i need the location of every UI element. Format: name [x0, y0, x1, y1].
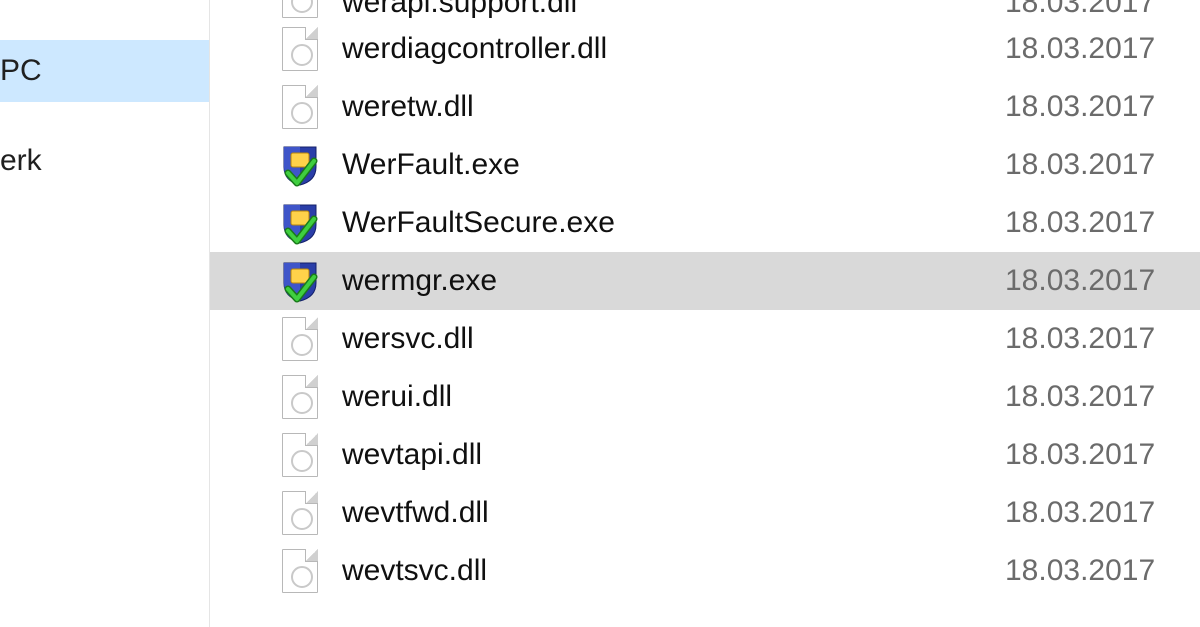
sidebar-item-network[interactable]: erk	[0, 130, 209, 192]
dll-file-icon	[280, 315, 320, 363]
file-name: wevtfwd.dll	[342, 496, 1005, 530]
file-date: 18.03.2017	[1005, 0, 1200, 20]
file-name: WerFault.exe	[342, 148, 1005, 182]
exe-file-icon	[280, 257, 320, 305]
dll-file-icon	[280, 0, 320, 20]
dll-file-icon	[280, 373, 320, 421]
dll-file-icon	[280, 489, 320, 537]
file-row[interactable]: wersvc.dll18.03.2017	[280, 310, 1200, 368]
navigation-pane: PC erk	[0, 0, 210, 627]
file-row[interactable]: WerFault.exe18.03.2017	[280, 136, 1200, 194]
file-row[interactable]: werdiagcontroller.dll18.03.2017	[280, 20, 1200, 78]
file-row[interactable]: werui.dll18.03.2017	[280, 368, 1200, 426]
file-name: werapi.support.dll	[342, 0, 1005, 20]
file-list: werapi.support.dll18.03.2017 werdiagcont…	[210, 0, 1200, 627]
file-row[interactable]: wermgr.exe18.03.2017	[210, 252, 1200, 310]
file-row[interactable]: weretw.dll18.03.2017	[280, 78, 1200, 136]
file-row[interactable]: wevtfwd.dll18.03.2017	[280, 484, 1200, 542]
dll-file-icon	[280, 431, 320, 479]
file-date: 18.03.2017	[1005, 148, 1200, 182]
file-name: wersvc.dll	[342, 322, 1005, 356]
file-row[interactable]: wevtsvc.dll18.03.2017	[280, 542, 1200, 600]
file-date: 18.03.2017	[1005, 264, 1200, 298]
sidebar-item-label: erk	[0, 144, 42, 178]
file-name: wermgr.exe	[342, 264, 1005, 298]
file-date: 18.03.2017	[1005, 438, 1200, 472]
file-name: weretw.dll	[342, 90, 1005, 124]
file-name: werui.dll	[342, 380, 1005, 414]
dll-file-icon	[280, 83, 320, 131]
file-row[interactable]: wevtapi.dll18.03.2017	[280, 426, 1200, 484]
sidebar-item-label: PC	[0, 54, 42, 88]
dll-file-icon	[280, 547, 320, 595]
file-date: 18.03.2017	[1005, 496, 1200, 530]
file-date: 18.03.2017	[1005, 380, 1200, 414]
sidebar-item-this-pc[interactable]: PC	[0, 40, 209, 102]
file-row[interactable]: werapi.support.dll18.03.2017	[280, 0, 1200, 20]
file-name: WerFaultSecure.exe	[342, 206, 1005, 240]
explorer-window: PC erk werapi.support.dll18.03.2017 werd…	[0, 0, 1200, 627]
file-date: 18.03.2017	[1005, 322, 1200, 356]
file-date: 18.03.2017	[1005, 90, 1200, 124]
file-name: werdiagcontroller.dll	[342, 32, 1005, 66]
exe-file-icon	[280, 199, 320, 247]
file-row[interactable]: WerFaultSecure.exe18.03.2017	[280, 194, 1200, 252]
file-name: wevtsvc.dll	[342, 554, 1005, 588]
file-date: 18.03.2017	[1005, 554, 1200, 588]
file-date: 18.03.2017	[1005, 32, 1200, 66]
file-date: 18.03.2017	[1005, 206, 1200, 240]
file-name: wevtapi.dll	[342, 438, 1005, 472]
exe-file-icon	[280, 141, 320, 189]
dll-file-icon	[280, 25, 320, 73]
